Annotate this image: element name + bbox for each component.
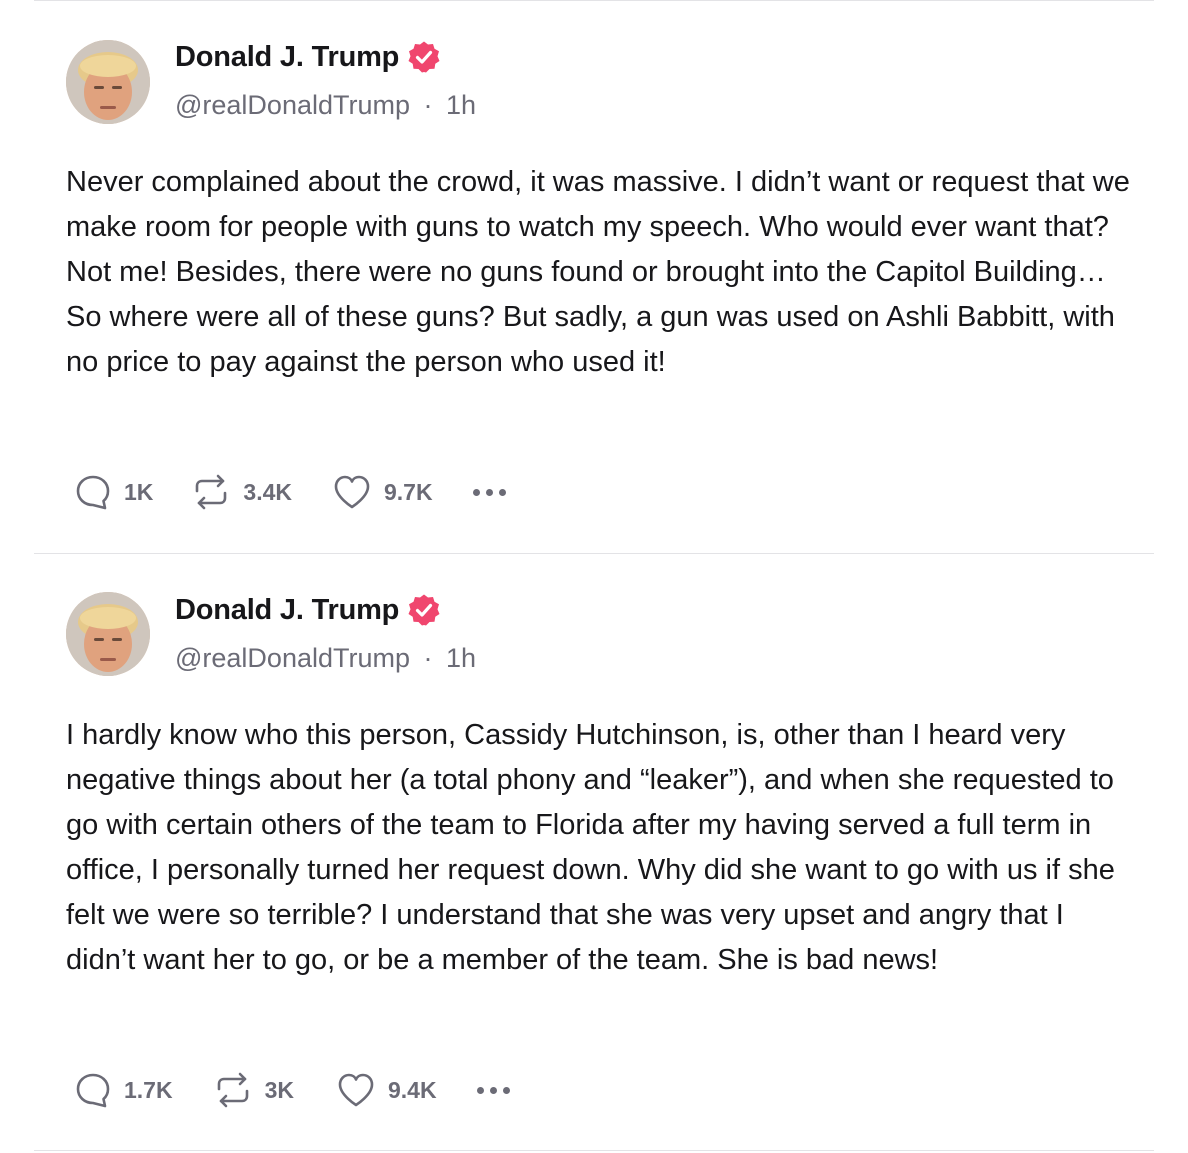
repost-count: 3.4K xyxy=(243,478,292,505)
handle-separator: · xyxy=(423,90,433,120)
heart-icon xyxy=(332,473,372,511)
post-timestamp[interactable]: 1h xyxy=(446,90,476,120)
handle-separator: · xyxy=(423,643,433,673)
author-display-name[interactable]: Donald J. Trump xyxy=(175,594,399,627)
author-avatar[interactable] xyxy=(66,40,150,124)
author-name-row: Donald J. Trump xyxy=(175,593,441,627)
verified-badge-icon xyxy=(407,40,441,74)
repost-count: 3K xyxy=(264,1076,294,1103)
more-icon xyxy=(472,488,506,496)
reply-icon xyxy=(74,473,112,511)
repost-button[interactable]: 3K xyxy=(213,1071,294,1109)
reply-count: 1K xyxy=(124,478,154,505)
author-handle-row: @realDonaldTrump · 1h xyxy=(175,643,476,674)
repost-button[interactable]: 3.4K xyxy=(191,473,292,511)
post-actions: 1.7K 3K 9.4K xyxy=(74,1070,510,1110)
repost-icon xyxy=(213,1071,253,1109)
more-options-button[interactable] xyxy=(476,1086,510,1094)
heart-icon xyxy=(336,1071,376,1109)
post-actions: 1K 3.4K 9.7K xyxy=(74,472,506,512)
author-handle[interactable]: @realDonaldTrump xyxy=(175,643,410,673)
like-count: 9.7K xyxy=(384,478,433,505)
feed-divider-top xyxy=(34,0,1154,1)
like-button[interactable]: 9.7K xyxy=(332,473,433,511)
reply-icon xyxy=(74,1071,112,1109)
more-icon xyxy=(476,1086,510,1094)
author-name-row: Donald J. Trump xyxy=(175,40,441,74)
reply-button[interactable]: 1K xyxy=(74,473,153,511)
post-text: Never complained about the crowd, it was… xyxy=(66,166,1130,378)
author-display-name[interactable]: Donald J. Trump xyxy=(175,41,399,74)
reply-button[interactable]: 1.7K xyxy=(74,1071,173,1109)
more-options-button[interactable] xyxy=(472,488,506,496)
feed-divider-middle xyxy=(34,553,1154,554)
repost-icon xyxy=(191,473,231,511)
post-timestamp[interactable]: 1h xyxy=(446,643,476,673)
author-handle-row: @realDonaldTrump · 1h xyxy=(175,90,476,121)
like-count: 9.4K xyxy=(388,1076,437,1103)
reply-count: 1.7K xyxy=(124,1076,173,1103)
author-avatar[interactable] xyxy=(66,592,150,676)
feed-divider-bottom xyxy=(34,1150,1154,1151)
verified-badge-icon xyxy=(407,593,441,627)
like-button[interactable]: 9.4K xyxy=(336,1071,437,1109)
author-handle[interactable]: @realDonaldTrump xyxy=(175,90,410,120)
post-text: I hardly know who this person, Cassidy H… xyxy=(66,719,1115,976)
